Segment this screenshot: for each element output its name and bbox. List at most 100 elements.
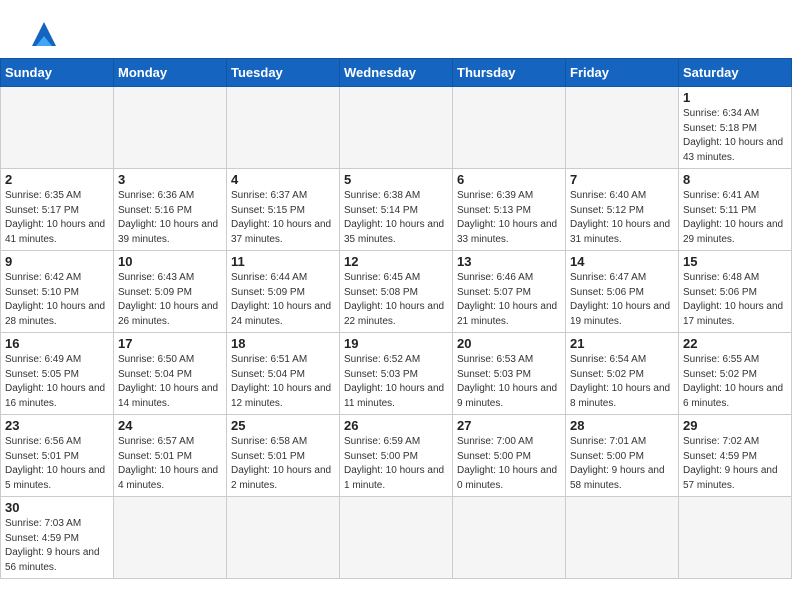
calendar-cell: 9 Sunrise: 6:42 AM Sunset: 5:10 PM Daylig… bbox=[1, 251, 114, 333]
calendar-cell bbox=[114, 87, 227, 169]
calendar-cell bbox=[679, 497, 792, 579]
cell-date-number: 15 bbox=[683, 254, 787, 269]
calendar-cell: 29 Sunrise: 7:02 AM Sunset: 4:59 PM Dayli… bbox=[679, 415, 792, 497]
cell-sun-info: Sunrise: 7:01 AM Sunset: 5:00 PM Dayligh… bbox=[570, 435, 674, 493]
calendar-cell: 20Sunrise: 6:53 AM Sunset: 5:03 PM Dayli… bbox=[453, 333, 566, 415]
calendar-cell: 13Sunrise: 6:46 AM Sunset: 5:07 PM Dayli… bbox=[453, 251, 566, 333]
calendar-cell: 27 Sunrise: 7:00 AM Sunset: 5:00 PM Dayli… bbox=[453, 415, 566, 497]
cell-date-number: 1 bbox=[683, 90, 787, 105]
cell-sun-info: Sunrise: 6:47 AM Sunset: 5:06 PM Dayligh… bbox=[570, 271, 674, 329]
calendar-cell: 11 Sunrise: 6:44 AM Sunset: 5:09 PM Dayli… bbox=[227, 251, 340, 333]
cell-date-number: 2 bbox=[5, 172, 109, 187]
calendar-week-row: 16Sunrise: 6:49 AM Sunset: 5:05 PM Dayli… bbox=[1, 333, 792, 415]
cell-date-number: 25 bbox=[231, 418, 335, 433]
cell-sun-info: Sunrise: 6:54 AM Sunset: 5:02 PM Dayligh… bbox=[570, 353, 674, 411]
cell-date-number: 5 bbox=[344, 172, 448, 187]
cell-date-number: 3 bbox=[118, 172, 222, 187]
calendar-cell: 6Sunrise: 6:39 AM Sunset: 5:13 PM Daylig… bbox=[453, 169, 566, 251]
cell-date-number: 8 bbox=[683, 172, 787, 187]
calendar-cell: 25Sunrise: 6:58 AM Sunset: 5:01 PM Dayli… bbox=[227, 415, 340, 497]
cell-date-number: 14 bbox=[570, 254, 674, 269]
weekday-header-thursday: Thursday bbox=[453, 59, 566, 87]
calendar-cell: 30 Sunrise: 7:03 AM Sunset: 4:59 PM Dayli… bbox=[1, 497, 114, 579]
weekday-header-tuesday: Tuesday bbox=[227, 59, 340, 87]
calendar-cell bbox=[566, 497, 679, 579]
cell-date-number: 22 bbox=[683, 336, 787, 351]
calendar-table: SundayMondayTuesdayWednesdayThursdayFrid… bbox=[0, 58, 792, 579]
calendar-cell bbox=[1, 87, 114, 169]
calendar-cell: 15 Sunrise: 6:48 AM Sunset: 5:06 PM Dayli… bbox=[679, 251, 792, 333]
cell-date-number: 12 bbox=[344, 254, 448, 269]
cell-sun-info: Sunrise: 6:56 AM Sunset: 5:01 PM Dayligh… bbox=[5, 435, 109, 493]
weekday-header-sunday: Sunday bbox=[1, 59, 114, 87]
cell-sun-info: Sunrise: 6:48 AM Sunset: 5:06 PM Dayligh… bbox=[683, 271, 787, 329]
calendar-cell: 24Sunrise: 6:57 AM Sunset: 5:01 PM Dayli… bbox=[114, 415, 227, 497]
cell-date-number: 7 bbox=[570, 172, 674, 187]
calendar-cell bbox=[227, 87, 340, 169]
cell-date-number: 9 bbox=[5, 254, 109, 269]
cell-sun-info: Sunrise: 6:52 AM Sunset: 5:03 PM Dayligh… bbox=[344, 353, 448, 411]
cell-sun-info: Sunrise: 7:02 AM Sunset: 4:59 PM Dayligh… bbox=[683, 435, 787, 493]
calendar-week-row: 1 Sunrise: 6:34 AM Sunset: 5:18 PM Daylig… bbox=[1, 87, 792, 169]
calendar-cell: 5Sunrise: 6:38 AM Sunset: 5:14 PM Daylig… bbox=[340, 169, 453, 251]
cell-sun-info: Sunrise: 7:00 AM Sunset: 5:00 PM Dayligh… bbox=[457, 435, 561, 493]
calendar-cell bbox=[453, 497, 566, 579]
calendar-cell bbox=[340, 87, 453, 169]
logo-icon bbox=[28, 18, 60, 50]
cell-date-number: 30 bbox=[5, 500, 109, 515]
cell-sun-info: Sunrise: 6:59 AM Sunset: 5:00 PM Dayligh… bbox=[344, 435, 448, 493]
cell-date-number: 23 bbox=[5, 418, 109, 433]
calendar-week-row: 30 Sunrise: 7:03 AM Sunset: 4:59 PM Dayli… bbox=[1, 497, 792, 579]
calendar-week-row: 23 Sunrise: 6:56 AM Sunset: 5:01 PM Dayli… bbox=[1, 415, 792, 497]
cell-date-number: 17 bbox=[118, 336, 222, 351]
calendar-cell: 14 Sunrise: 6:47 AM Sunset: 5:06 PM Dayli… bbox=[566, 251, 679, 333]
calendar-cell bbox=[114, 497, 227, 579]
cell-sun-info: Sunrise: 6:57 AM Sunset: 5:01 PM Dayligh… bbox=[118, 435, 222, 493]
cell-date-number: 27 bbox=[457, 418, 561, 433]
page: SundayMondayTuesdayWednesdayThursdayFrid… bbox=[0, 0, 792, 579]
calendar-cell: 19 Sunrise: 6:52 AM Sunset: 5:03 PM Dayli… bbox=[340, 333, 453, 415]
cell-date-number: 10 bbox=[118, 254, 222, 269]
weekday-header-friday: Friday bbox=[566, 59, 679, 87]
cell-sun-info: Sunrise: 6:51 AM Sunset: 5:04 PM Dayligh… bbox=[231, 353, 335, 411]
calendar-cell: 7 Sunrise: 6:40 AM Sunset: 5:12 PM Daylig… bbox=[566, 169, 679, 251]
cell-sun-info: Sunrise: 7:03 AM Sunset: 4:59 PM Dayligh… bbox=[5, 517, 109, 575]
calendar-cell: 26Sunrise: 6:59 AM Sunset: 5:00 PM Dayli… bbox=[340, 415, 453, 497]
cell-sun-info: Sunrise: 6:44 AM Sunset: 5:09 PM Dayligh… bbox=[231, 271, 335, 329]
calendar-cell: 3Sunrise: 6:36 AM Sunset: 5:16 PM Daylig… bbox=[114, 169, 227, 251]
logo bbox=[20, 18, 60, 50]
cell-date-number: 28 bbox=[570, 418, 674, 433]
calendar-cell: 16Sunrise: 6:49 AM Sunset: 5:05 PM Dayli… bbox=[1, 333, 114, 415]
calendar-week-row: 9 Sunrise: 6:42 AM Sunset: 5:10 PM Daylig… bbox=[1, 251, 792, 333]
cell-sun-info: Sunrise: 6:45 AM Sunset: 5:08 PM Dayligh… bbox=[344, 271, 448, 329]
calendar-week-row: 2 Sunrise: 6:35 AM Sunset: 5:17 PM Daylig… bbox=[1, 169, 792, 251]
cell-date-number: 6 bbox=[457, 172, 561, 187]
cell-sun-info: Sunrise: 6:46 AM Sunset: 5:07 PM Dayligh… bbox=[457, 271, 561, 329]
cell-sun-info: Sunrise: 6:53 AM Sunset: 5:03 PM Dayligh… bbox=[457, 353, 561, 411]
cell-sun-info: Sunrise: 6:35 AM Sunset: 5:17 PM Dayligh… bbox=[5, 189, 109, 247]
cell-sun-info: Sunrise: 6:49 AM Sunset: 5:05 PM Dayligh… bbox=[5, 353, 109, 411]
calendar-cell: 22Sunrise: 6:55 AM Sunset: 5:02 PM Dayli… bbox=[679, 333, 792, 415]
cell-sun-info: Sunrise: 6:50 AM Sunset: 5:04 PM Dayligh… bbox=[118, 353, 222, 411]
cell-date-number: 21 bbox=[570, 336, 674, 351]
calendar-cell: 10 Sunrise: 6:43 AM Sunset: 5:09 PM Dayli… bbox=[114, 251, 227, 333]
weekday-header-row: SundayMondayTuesdayWednesdayThursdayFrid… bbox=[1, 59, 792, 87]
cell-sun-info: Sunrise: 6:41 AM Sunset: 5:11 PM Dayligh… bbox=[683, 189, 787, 247]
calendar-cell: 18Sunrise: 6:51 AM Sunset: 5:04 PM Dayli… bbox=[227, 333, 340, 415]
cell-sun-info: Sunrise: 6:40 AM Sunset: 5:12 PM Dayligh… bbox=[570, 189, 674, 247]
calendar-cell bbox=[566, 87, 679, 169]
calendar-cell: 23 Sunrise: 6:56 AM Sunset: 5:01 PM Dayli… bbox=[1, 415, 114, 497]
cell-sun-info: Sunrise: 6:43 AM Sunset: 5:09 PM Dayligh… bbox=[118, 271, 222, 329]
cell-sun-info: Sunrise: 6:34 AM Sunset: 5:18 PM Dayligh… bbox=[683, 107, 787, 165]
calendar-cell bbox=[340, 497, 453, 579]
calendar-cell: 2 Sunrise: 6:35 AM Sunset: 5:17 PM Daylig… bbox=[1, 169, 114, 251]
weekday-header-monday: Monday bbox=[114, 59, 227, 87]
weekday-header-wednesday: Wednesday bbox=[340, 59, 453, 87]
cell-date-number: 19 bbox=[344, 336, 448, 351]
cell-date-number: 4 bbox=[231, 172, 335, 187]
cell-sun-info: Sunrise: 6:37 AM Sunset: 5:15 PM Dayligh… bbox=[231, 189, 335, 247]
cell-sun-info: Sunrise: 6:42 AM Sunset: 5:10 PM Dayligh… bbox=[5, 271, 109, 329]
cell-date-number: 11 bbox=[231, 254, 335, 269]
header bbox=[0, 0, 792, 58]
cell-date-number: 29 bbox=[683, 418, 787, 433]
